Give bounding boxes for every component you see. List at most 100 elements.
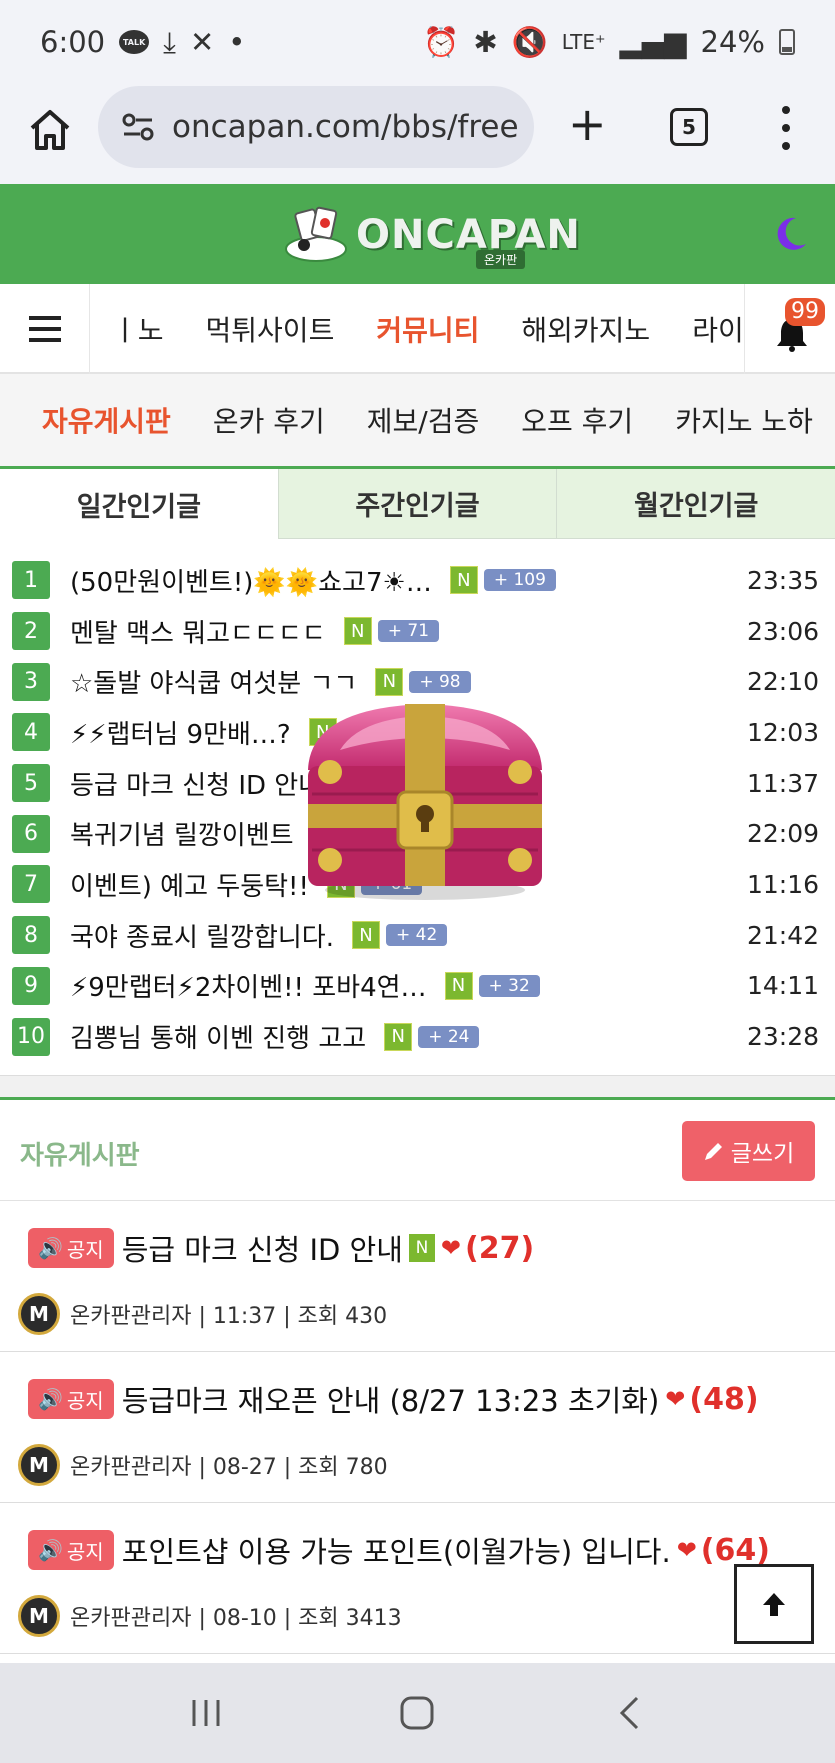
board-title: 자유게시판 — [20, 1141, 140, 1171]
board-post[interactable]: 🔊 공지 포인트샵 이용 가능 포인트(이월가능) 입니다. ❤ (64) M 온카판관리자… — [0, 1503, 835, 1654]
home-icon[interactable] — [26, 106, 74, 154]
url-text[interactable]: oncapan.com/bbs/free — [172, 109, 519, 145]
back-icon[interactable] — [609, 1693, 649, 1733]
subnav-onca-reviews[interactable]: 온카 후기 — [213, 400, 325, 440]
site-logo[interactable]: ONCAPAN 온카판 — [284, 202, 581, 269]
author-avatar: M — [18, 1293, 60, 1335]
post-time: 22:10 — [746, 667, 819, 697]
rank-badge: 1 — [12, 561, 50, 600]
new-badge: N — [384, 1022, 413, 1051]
tab-weekly-popular[interactable]: 주간인기글 — [277, 469, 557, 539]
dark-mode-moon-icon[interactable] — [770, 214, 810, 254]
subnav-report-verify[interactable]: 제보/검증 — [367, 400, 479, 440]
popular-post-title[interactable]: 복귀기념 릴깡이벤트 — [70, 815, 294, 852]
mute-icon: 🔇 — [511, 24, 548, 59]
new-badge: N — [444, 971, 473, 1000]
post-time: 23:06 — [746, 616, 819, 646]
notice-badge: 🔊 공지 — [28, 1228, 114, 1268]
section-divider — [0, 1076, 835, 1100]
post-title[interactable]: 포인트샵 이용 가능 포인트(이월가능) 입니다. — [122, 1529, 671, 1571]
signal-icon: ▂▄▆ — [619, 25, 687, 59]
arrow-up-icon — [763, 1593, 785, 1616]
address-bar[interactable]: oncapan.com/bbs/free — [98, 86, 534, 168]
clock: 6:00 — [40, 25, 106, 59]
popular-post-title[interactable]: 등급 마크 신청 ID 안내 — [70, 765, 322, 802]
main-nav: ㅣ노 먹튀사이트 커뮤니티 해외카지노 라이 99 — [0, 284, 835, 374]
comment-count-badge: + 98 — [409, 670, 471, 693]
subnav-casino-tips[interactable]: 카지노 노하 — [675, 400, 813, 440]
popular-post-title[interactable]: ☆돌발 야식쿱 여섯분 ㄱㄱ — [70, 663, 357, 700]
new-badge: N — [408, 1234, 435, 1262]
nav-item-scam-sites[interactable]: 먹튀사이트 — [206, 309, 335, 349]
bluetooth-icon: ✱ — [473, 25, 498, 59]
more-menu-icon[interactable] — [778, 106, 794, 150]
post-time: 22:09 — [746, 819, 819, 849]
nav-item-casino[interactable]: ㅣ노 — [112, 309, 164, 349]
post-author[interactable]: 온카판관리자 — [70, 1600, 191, 1632]
popular-row[interactable]: 1 (50만원이벤트!)🌞🌞쇼고7☀… N + 109 23:35 — [0, 555, 835, 606]
new-badge: N — [343, 617, 372, 646]
notice-badge: 🔊 공지 — [28, 1530, 114, 1570]
post-time: 21:42 — [746, 920, 819, 950]
post-author[interactable]: 온카판관리자 — [70, 1298, 191, 1330]
heart-icon: ❤ — [665, 1385, 686, 1413]
notification-button[interactable]: 99 — [744, 284, 835, 374]
rank-badge: 10 — [12, 1017, 50, 1056]
rank-badge: 5 — [12, 764, 50, 803]
treasure-chest-icon[interactable] — [300, 700, 550, 900]
rank-badge: 8 — [12, 916, 50, 955]
tab-switcher-button[interactable]: 5 — [670, 108, 708, 146]
nav-item-community[interactable]: 커뮤니티 — [376, 309, 479, 349]
board-header: 자유게시판 글쓰기 — [0, 1103, 835, 1201]
popular-post-title[interactable]: ⚡9만랩터⚡2차이벤!! 포바4연… — [70, 967, 427, 1004]
post-title[interactable]: 등급마크 재오픈 안내 (8/27 13:23 초기화) — [122, 1378, 660, 1420]
post-meta: | 11:37 | 조회 430 — [191, 1304, 388, 1329]
popular-row[interactable]: 10 김뽕님 통해 이벤 진행 고고 N + 24 23:28 — [0, 1011, 835, 1062]
tab-daily-popular[interactable]: 일간인기글 — [0, 469, 278, 539]
board-post[interactable]: 🔊 공지 등급 마크 신청 ID 안내 N ❤ (27) M 온카판관리자 | 11:37 |… — [0, 1201, 835, 1352]
recent-apps-icon[interactable] — [186, 1693, 226, 1733]
board-post[interactable]: 🔊 공지 등급마크 재오픈 안내 (8/27 13:23 초기화) ❤ (48) M 온카판… — [0, 1352, 835, 1503]
subnav-offline-reviews[interactable]: 오프 후기 — [521, 400, 633, 440]
notification-count-badge: 99 — [785, 298, 825, 326]
popular-post-title[interactable]: 멘탈 맥스 뭐고ㄷㄷㄷㄷ — [70, 613, 326, 650]
post-time: 23:35 — [746, 565, 819, 595]
popular-post-title[interactable]: 이벤트) 예고 두둥탁!! — [70, 866, 309, 903]
scroll-to-top-button[interactable] — [734, 1564, 814, 1644]
popular-post-title[interactable]: 국야 종료시 릴깡합니다. — [70, 917, 334, 954]
popular-post-title[interactable]: (50만원이벤트!)🌞🌞쇼고7☀… — [70, 562, 432, 599]
post-time: 11:16 — [746, 869, 819, 899]
site-settings-icon[interactable] — [122, 113, 154, 141]
battery-percent: 24% — [700, 25, 765, 59]
new-tab-button[interactable]: + — [568, 94, 607, 154]
dot-indicator: • — [228, 25, 246, 59]
subnav-free-board[interactable]: 자유게시판 — [42, 400, 171, 440]
tools-icon: ✕ — [189, 25, 215, 59]
browser-toolbar: oncapan.com/bbs/free + 5 — [0, 84, 835, 184]
write-post-button[interactable]: 글쓰기 — [682, 1121, 815, 1181]
sub-nav: 자유게시판 온카 후기 제보/검증 오프 후기 카지노 노하 — [0, 374, 835, 466]
pencil-icon — [704, 1143, 722, 1160]
popular-post-title[interactable]: ⚡⚡랩터님 9만배…? — [70, 714, 291, 751]
site-header: ONCAPAN 온카판 — [0, 184, 835, 284]
heart-icon: ❤ — [440, 1234, 462, 1262]
write-post-label: 글쓰기 — [730, 1141, 795, 1167]
rank-badge: 3 — [12, 662, 50, 701]
tab-monthly-popular[interactable]: 월간인기글 — [556, 469, 835, 539]
post-author[interactable]: 온카판관리자 — [70, 1449, 191, 1481]
new-badge: N — [375, 667, 404, 696]
notice-label: 공지 — [66, 1388, 104, 1413]
popular-row[interactable]: 8 국야 종료시 릴깡합니다. N + 42 21:42 — [0, 910, 835, 961]
popular-tabs: 일간인기글 주간인기글 월간인기글 — [0, 469, 835, 539]
nav-item-overseas-casino[interactable]: 해외카지노 — [521, 309, 650, 349]
post-title[interactable]: 등급 마크 신청 ID 안내 — [122, 1227, 403, 1269]
heart-icon: ❤ — [676, 1536, 697, 1564]
nav-item-live[interactable]: 라이 — [692, 309, 744, 349]
home-nav-icon[interactable] — [397, 1693, 437, 1733]
popular-row[interactable]: 2 멘탈 맥스 뭐고ㄷㄷㄷㄷ N + 71 23:06 — [0, 606, 835, 657]
comment-count-badge: + 42 — [386, 924, 448, 947]
popular-row[interactable]: 9 ⚡9만랩터⚡2차이벤!! 포바4연… N + 32 14:11 — [0, 961, 835, 1012]
alarm-icon: ⏰ — [423, 24, 460, 59]
hamburger-menu-icon[interactable] — [0, 284, 90, 374]
popular-post-title[interactable]: 김뽕님 통해 이벤 진행 고고 — [70, 1018, 366, 1055]
